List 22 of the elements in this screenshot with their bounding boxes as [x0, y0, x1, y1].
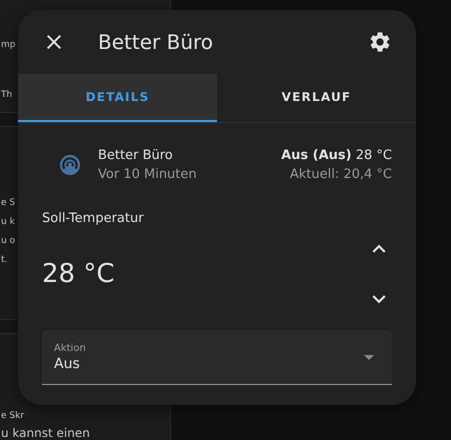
gear-icon: [368, 30, 392, 54]
target-temperature: 28 °C: [42, 259, 115, 289]
gauge-icon: [59, 154, 81, 176]
background-text: u kannst einen: [0, 426, 90, 440]
background-text: u o: [0, 234, 16, 247]
action-select[interactable]: Aktion Aus: [42, 330, 392, 385]
tab[interactable]: DETAILS: [18, 74, 217, 122]
background-text: mp: [0, 39, 16, 51]
background-text: u k: [0, 216, 15, 228]
current-temperature: Aktuell: 20,4 °C: [290, 167, 392, 182]
last-changed: Vor 10 Minuten: [98, 167, 197, 182]
tab[interactable]: VERLAUF: [217, 74, 416, 122]
entity-state: Aus (Aus) 28 °C: [281, 148, 392, 163]
background-text: t.: [0, 254, 8, 266]
dialog-title: Better Büro: [98, 30, 214, 54]
settings-button[interactable]: [368, 30, 392, 54]
entity-name: Better Büro: [98, 148, 173, 163]
dropdown-icon: [364, 354, 374, 360]
background-text: Th: [0, 89, 12, 101]
target-label: Soll-Temperatur: [42, 211, 145, 226]
background-text: e S: [0, 196, 16, 209]
background-text: e Skr: [0, 410, 24, 422]
